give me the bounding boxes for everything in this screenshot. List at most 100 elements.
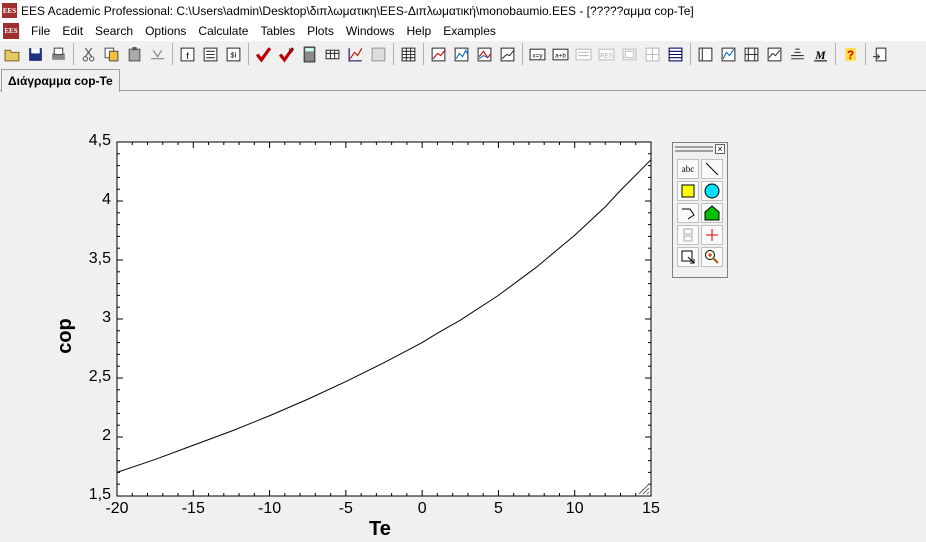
report-icon[interactable] bbox=[786, 43, 808, 65]
toolbar-separator bbox=[522, 43, 523, 65]
menu-edit[interactable]: Edit bbox=[56, 24, 89, 38]
macro-icon[interactable]: M bbox=[809, 43, 831, 65]
toolbar-separator bbox=[835, 43, 836, 65]
lookup-table-icon[interactable] bbox=[367, 43, 389, 65]
cop-te-chart[interactable] bbox=[0, 92, 926, 542]
close-icon[interactable]: × bbox=[715, 144, 725, 154]
parametric-table-icon[interactable] bbox=[397, 43, 419, 65]
move-tool-icon[interactable] bbox=[677, 247, 699, 267]
integral-table-icon[interactable] bbox=[618, 43, 640, 65]
plot-window: -20 -15 -10 -5 0 5 10 15 1,5 2 2,5 3 3,5 4 4,5 cop Te bbox=[0, 92, 926, 542]
rectangle-tool-icon[interactable] bbox=[677, 181, 699, 201]
check-units-icon[interactable] bbox=[252, 43, 274, 65]
menu-file[interactable]: File bbox=[25, 24, 56, 38]
title-bar: EES EES Academic Professional: C:\Users\… bbox=[0, 0, 926, 21]
svg-text:?: ? bbox=[846, 48, 853, 61]
menu-calculate[interactable]: Calculate bbox=[192, 24, 254, 38]
y-axis-label: cop bbox=[54, 318, 76, 354]
text-tool-label: abc bbox=[681, 164, 695, 174]
paste-icon[interactable] bbox=[123, 43, 145, 65]
format-table-icon[interactable]: a+b bbox=[549, 43, 571, 65]
palette-grip[interactable] bbox=[675, 146, 713, 152]
copy-icon[interactable] bbox=[100, 43, 122, 65]
help-icon[interactable]: ? bbox=[839, 43, 861, 65]
open-icon[interactable] bbox=[1, 43, 23, 65]
xy-plot-icon[interactable] bbox=[427, 43, 449, 65]
line-tool-icon[interactable] bbox=[701, 159, 723, 179]
tab-diagram-cop-te[interactable]: Διάγραμμα cop-Te bbox=[1, 69, 120, 92]
x-tick-label: -10 bbox=[258, 500, 282, 517]
group-tool-icon[interactable] bbox=[677, 225, 699, 245]
svg-text:$I: $I bbox=[230, 50, 236, 59]
x-tick-label: -15 bbox=[181, 500, 205, 517]
print-icon[interactable] bbox=[47, 43, 69, 65]
y-tick-label: 3,5 bbox=[88, 250, 111, 267]
x-tick-label: 15 bbox=[642, 500, 660, 517]
svg-text:M: M bbox=[814, 48, 826, 61]
x-tick-label: 5 bbox=[493, 500, 503, 517]
toolbar-separator bbox=[865, 43, 866, 65]
diagram-icon[interactable] bbox=[717, 43, 739, 65]
info-icon[interactable]: f bbox=[176, 43, 198, 65]
drawing-palette: × abc bbox=[672, 142, 728, 278]
svg-text:RES: RES bbox=[599, 52, 612, 59]
menu-help[interactable]: Help bbox=[401, 24, 438, 38]
min-max-icon[interactable] bbox=[344, 43, 366, 65]
x-tick-label: 0 bbox=[417, 500, 427, 517]
toolbar-separator bbox=[423, 43, 424, 65]
polyline-tool-icon[interactable] bbox=[677, 203, 699, 223]
results-table-icon[interactable]: RES bbox=[595, 43, 617, 65]
table-icon[interactable] bbox=[572, 43, 594, 65]
svg-text:U: U bbox=[288, 47, 293, 54]
svg-text:x=y: x=y bbox=[532, 52, 543, 59]
y-tick-label: 2 bbox=[102, 427, 111, 444]
app-icon[interactable]: EES bbox=[2, 3, 17, 18]
polygon-tool-icon[interactable] bbox=[701, 203, 723, 223]
variable-info-icon[interactable] bbox=[199, 43, 221, 65]
menu-plots[interactable]: Plots bbox=[301, 24, 340, 38]
solve-table-icon[interactable] bbox=[321, 43, 343, 65]
document-tab-strip: Διάγραμμα cop-Te bbox=[0, 68, 926, 92]
toolbar-separator bbox=[73, 43, 74, 65]
circle-tool-icon[interactable] bbox=[701, 181, 723, 201]
palette-header[interactable]: × bbox=[673, 143, 727, 155]
cut-icon[interactable] bbox=[77, 43, 99, 65]
y-tick-label: 1,5 bbox=[88, 486, 111, 503]
check-icon[interactable] bbox=[146, 43, 168, 65]
equation-icon[interactable] bbox=[664, 43, 686, 65]
crosshair-tool-icon[interactable] bbox=[701, 225, 723, 245]
toolbar-separator bbox=[393, 43, 394, 65]
residuals-icon[interactable] bbox=[763, 43, 785, 65]
3d-plot-icon[interactable] bbox=[473, 43, 495, 65]
overlay-plot-icon[interactable] bbox=[450, 43, 472, 65]
svg-text:f: f bbox=[186, 50, 189, 61]
menu-examples[interactable]: Examples bbox=[437, 24, 502, 38]
text-tool-icon[interactable]: abc bbox=[677, 159, 699, 179]
exit-icon[interactable] bbox=[869, 43, 891, 65]
zoom-tool-icon[interactable] bbox=[701, 247, 723, 267]
x-tick-label: -5 bbox=[338, 500, 353, 517]
menu-tables[interactable]: Tables bbox=[254, 24, 301, 38]
menu-search[interactable]: Search bbox=[89, 24, 139, 38]
formatted-eq-icon[interactable] bbox=[694, 43, 716, 65]
y-tick-label: 2,5 bbox=[88, 368, 111, 385]
plot-window-icon[interactable] bbox=[496, 43, 518, 65]
xy-table-icon[interactable]: x=y bbox=[526, 43, 548, 65]
menu-options[interactable]: Options bbox=[139, 24, 192, 38]
toolbar-separator bbox=[690, 43, 691, 65]
menu-bar: EES File Edit Search Options Calculate T… bbox=[0, 21, 926, 41]
arrays-table-icon[interactable] bbox=[641, 43, 663, 65]
units-icon[interactable]: $I bbox=[222, 43, 244, 65]
toolbar-separator bbox=[248, 43, 249, 65]
x-axis-label: Te bbox=[369, 518, 391, 540]
menu-windows[interactable]: Windows bbox=[340, 24, 401, 38]
check-units-all-icon[interactable]: U bbox=[275, 43, 297, 65]
svg-text:a+b: a+b bbox=[555, 52, 566, 59]
calculator-icon[interactable] bbox=[298, 43, 320, 65]
document-menu-icon[interactable]: EES bbox=[3, 23, 19, 39]
toolbar-separator bbox=[172, 43, 173, 65]
x-tick-label: 10 bbox=[565, 500, 584, 517]
save-icon[interactable] bbox=[24, 43, 46, 65]
solution-icon[interactable] bbox=[740, 43, 762, 65]
y-tick-label: 4 bbox=[102, 191, 111, 208]
